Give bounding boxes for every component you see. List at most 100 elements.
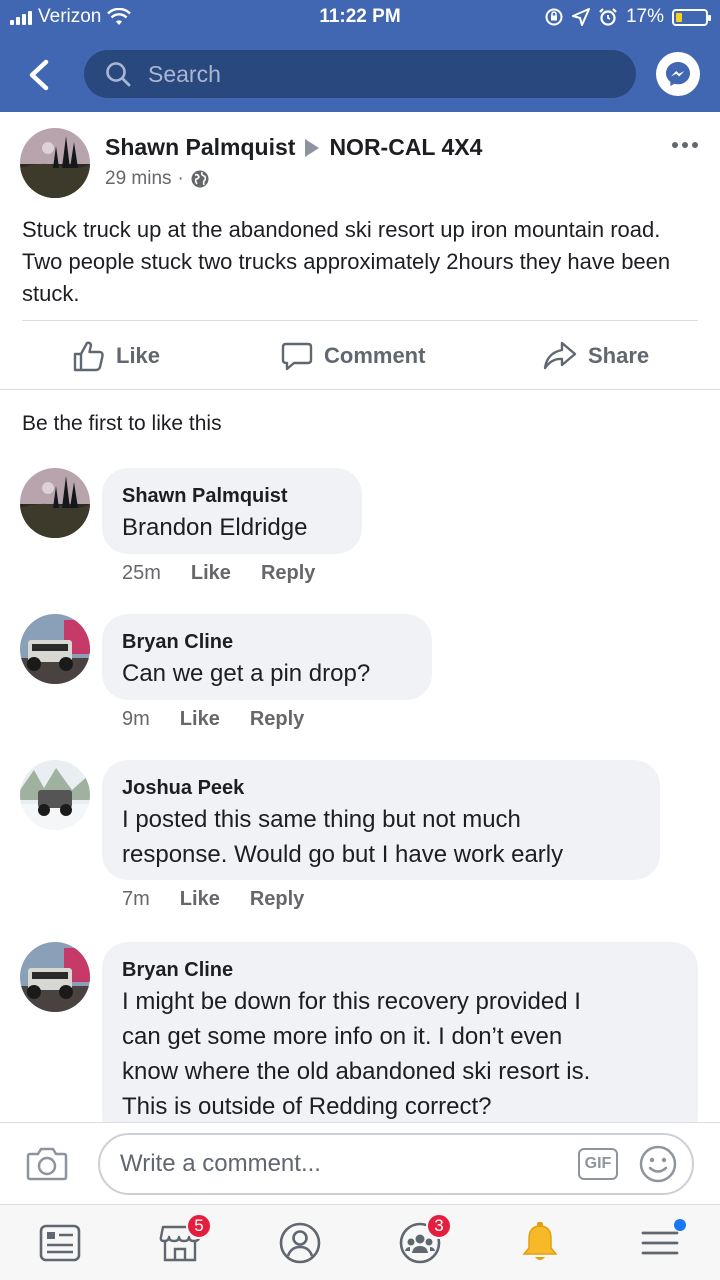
- meta-separator: ·: [177, 168, 184, 189]
- comment-author[interactable]: Bryan Cline: [122, 956, 678, 984]
- post-header: Shawn Palmquist NOR-CAL 4X4 29 mins ·: [0, 112, 720, 202]
- nav-bar: Search: [0, 46, 720, 102]
- avatar-image: [20, 468, 90, 538]
- comment-text-line: I might be down for this recovery provid…: [122, 988, 581, 1015]
- app: Verizon 11:22 PM 17% Search Shawn Palmqu…: [0, 0, 720, 1280]
- like-label: Like: [116, 343, 161, 368]
- emoji-button[interactable]: [638, 1144, 678, 1189]
- comment-label: Comment: [324, 343, 426, 368]
- marketplace-badge: 5: [186, 1213, 212, 1239]
- post-group[interactable]: NOR-CAL 4X4: [329, 134, 482, 161]
- comment-meta: 9m Like Reply: [122, 708, 304, 731]
- thumbs-up-icon: [73, 341, 104, 372]
- smiley-icon: [639, 1145, 677, 1183]
- chevron-left-icon: [29, 59, 49, 91]
- share-label: Share: [588, 343, 650, 368]
- gif-button[interactable]: GIF: [578, 1148, 618, 1180]
- comment-text-line: I posted this same thing but not much: [122, 806, 521, 833]
- tab-notifications[interactable]: [516, 1219, 564, 1267]
- messenger-icon: [666, 62, 690, 86]
- more-options-icon[interactable]: [672, 142, 698, 148]
- avatar[interactable]: [20, 468, 90, 538]
- messenger-button[interactable]: [656, 52, 700, 96]
- avatar-image: [20, 760, 90, 830]
- comment-text: Can we get a pin drop?: [122, 660, 371, 687]
- avatar-image: [20, 128, 90, 198]
- tab-profile[interactable]: [276, 1219, 324, 1267]
- comment-author[interactable]: Shawn Palmquist: [122, 482, 342, 510]
- globe-icon: [191, 170, 209, 188]
- arrow-right-icon: [305, 138, 320, 157]
- avatar-image: [20, 942, 90, 1012]
- tab-groups[interactable]: 3: [396, 1213, 452, 1267]
- comment-text: Brandon Eldridge: [122, 514, 308, 541]
- comment-reply-button[interactable]: Reply: [250, 888, 304, 911]
- comment-like-button[interactable]: Like: [180, 708, 220, 731]
- avatar[interactable]: [20, 760, 90, 830]
- comment-meta: 7m Like Reply: [122, 888, 304, 911]
- avatar[interactable]: [20, 942, 90, 1012]
- tab-marketplace[interactable]: 5: [156, 1213, 212, 1267]
- bell-icon: [522, 1222, 558, 1260]
- comment-button[interactable]: Comment: [280, 339, 425, 373]
- post-text: Stuck truck up at the abandoned ski reso…: [22, 217, 671, 306]
- battery-percent: 17%: [625, 6, 664, 27]
- like-button[interactable]: Like: [72, 339, 160, 373]
- avatar[interactable]: [20, 614, 90, 684]
- tab-news-feed[interactable]: [36, 1219, 84, 1267]
- comment-bubble[interactable]: Shawn Palmquist Brandon Eldridge: [102, 468, 362, 554]
- share-icon: [543, 341, 577, 370]
- comment-time: 9m: [122, 708, 150, 730]
- comment-text-line: This is outside of Redding correct?: [122, 1093, 492, 1120]
- comment-reply-button[interactable]: Reply: [250, 708, 304, 731]
- comment-bubble[interactable]: Bryan Cline Can we get a pin drop?: [102, 614, 432, 700]
- comment-composer: Write a comment... GIF: [0, 1122, 720, 1204]
- comment-reply-button[interactable]: Reply: [261, 562, 315, 585]
- comment-time: 7m: [122, 888, 150, 910]
- rotation-lock-icon: [545, 8, 563, 26]
- post-actions: Like Comment Share: [0, 321, 720, 389]
- avatar[interactable]: [20, 128, 90, 198]
- battery-icon: [672, 8, 711, 26]
- comment-meta: 25m Like Reply: [122, 562, 315, 585]
- comment-time: 25m: [122, 562, 161, 584]
- likes-summary: Be the first to like this: [22, 412, 222, 435]
- status-right: 17%: [544, 6, 711, 28]
- camera-button[interactable]: [26, 1145, 68, 1186]
- comment-text-line: know where the old abandoned ski resort …: [122, 1058, 591, 1085]
- search-placeholder: Search: [148, 60, 221, 87]
- post-time[interactable]: 29 mins: [105, 168, 172, 190]
- top-bar: Verizon 11:22 PM 17% Search: [0, 0, 720, 112]
- share-button[interactable]: Share: [542, 339, 649, 373]
- post-author[interactable]: Shawn Palmquist: [105, 134, 295, 161]
- comment-icon: [281, 342, 313, 371]
- search-icon: [106, 62, 131, 87]
- tab-menu[interactable]: [636, 1219, 686, 1267]
- alarm-icon: [599, 8, 617, 26]
- comment-like-button[interactable]: Like: [180, 888, 220, 911]
- comment-bubble[interactable]: Bryan Cline I might be down for this rec…: [102, 942, 698, 1122]
- status-bar: Verizon 11:22 PM 17%: [0, 0, 720, 36]
- tab-bar: 5 3: [0, 1204, 720, 1280]
- comment-text-line: response. Would go but I have work early: [122, 841, 564, 868]
- menu-icon: [641, 1231, 679, 1255]
- back-button[interactable]: [24, 58, 58, 92]
- comment-author[interactable]: Joshua Peek: [122, 774, 640, 802]
- avatar-image: [20, 614, 90, 684]
- comment-placeholder: Write a comment...: [120, 1150, 321, 1177]
- comment-input[interactable]: Write a comment... GIF: [98, 1133, 694, 1195]
- camera-icon: [26, 1147, 68, 1181]
- comment-text-line: can get some more info on it. I don’t ev…: [122, 1023, 563, 1050]
- profile-icon: [279, 1222, 321, 1264]
- comment-author[interactable]: Bryan Cline: [122, 628, 412, 656]
- post: Shawn Palmquist NOR-CAL 4X4 29 mins · St…: [0, 112, 720, 452]
- comment-bubble[interactable]: Joshua Peek I posted this same thing but…: [102, 760, 660, 880]
- location-icon: [571, 8, 590, 26]
- comment-like-button[interactable]: Like: [191, 562, 231, 585]
- news-feed-icon: [39, 1224, 81, 1262]
- post-author-line: Shawn Palmquist NOR-CAL 4X4: [105, 134, 482, 161]
- search-input[interactable]: Search: [84, 50, 636, 98]
- post-meta: 29 mins ·: [105, 168, 210, 190]
- groups-badge: 3: [426, 1213, 452, 1239]
- menu-dot-badge: [674, 1219, 686, 1231]
